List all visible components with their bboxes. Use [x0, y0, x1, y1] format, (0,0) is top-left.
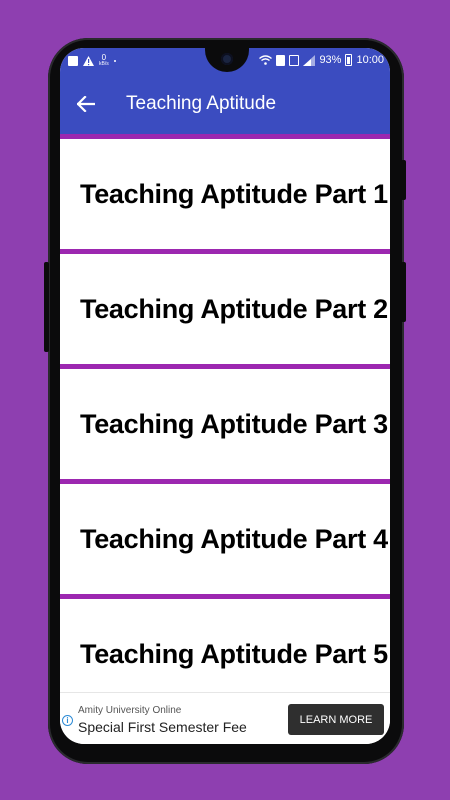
list-item-part-1[interactable]: Teaching Aptitude Part 1: [60, 134, 390, 249]
wifi-icon: [259, 55, 273, 65]
ad-headline: Special First Semester Fee: [78, 719, 247, 735]
page-title: Teaching Aptitude: [126, 93, 277, 114]
list-item-part-2[interactable]: Teaching Aptitude Part 2: [60, 249, 390, 364]
list-item-label: Teaching Aptitude Part 3: [80, 408, 388, 439]
network-speed-value: 0: [101, 53, 107, 62]
back-arrow-icon: [77, 96, 95, 112]
phone-volume-button: [44, 262, 49, 352]
status-bar-left: 0 kB/s: [68, 54, 116, 68]
sim-2-icon: [289, 54, 300, 66]
part-list: Teaching Aptitude Part 1 Teaching Aptitu…: [60, 134, 390, 709]
gallery-icon: [68, 56, 78, 66]
network-speed-unit: kB/s: [99, 61, 109, 67]
list-item-part-3[interactable]: Teaching Aptitude Part 3: [60, 364, 390, 479]
list-item-part-4[interactable]: Teaching Aptitude Part 4: [60, 479, 390, 594]
phone-power-button: [401, 160, 406, 200]
status-bar-right: 93% 10:00: [259, 53, 384, 67]
signal-icon: [303, 54, 316, 66]
learn-more-button[interactable]: LEARN MORE: [288, 704, 384, 735]
sim-1-icon: [276, 54, 286, 66]
warning-icon: [83, 56, 94, 66]
ad-banner[interactable]: i Amity University Online Special First …: [60, 692, 390, 744]
list-item-label: Teaching Aptitude Part 1: [80, 178, 388, 209]
phone-side-button: [401, 262, 406, 322]
ad-advertiser: Amity University Online: [78, 705, 182, 716]
ad-info-icon[interactable]: i: [62, 715, 73, 726]
list-item-label: Teaching Aptitude Part 4: [80, 523, 388, 554]
back-button[interactable]: [72, 90, 100, 118]
clock: 10:00: [356, 54, 384, 66]
list-item-label: Teaching Aptitude Part 5: [80, 638, 388, 669]
network-speed: 0 kB/s: [99, 54, 109, 68]
app-bar: Teaching Aptitude: [60, 74, 390, 134]
front-camera: [221, 53, 233, 65]
phone-screen: 0 kB/s 93% 10:00 Teaching Aptitude Teach…: [60, 48, 390, 744]
battery-icon: [345, 54, 353, 66]
status-bar: 0 kB/s 93% 10:00: [60, 48, 390, 74]
battery-percent: 93%: [319, 54, 342, 66]
dot-icon: [113, 60, 116, 62]
list-item-label: Teaching Aptitude Part 2: [80, 293, 388, 324]
